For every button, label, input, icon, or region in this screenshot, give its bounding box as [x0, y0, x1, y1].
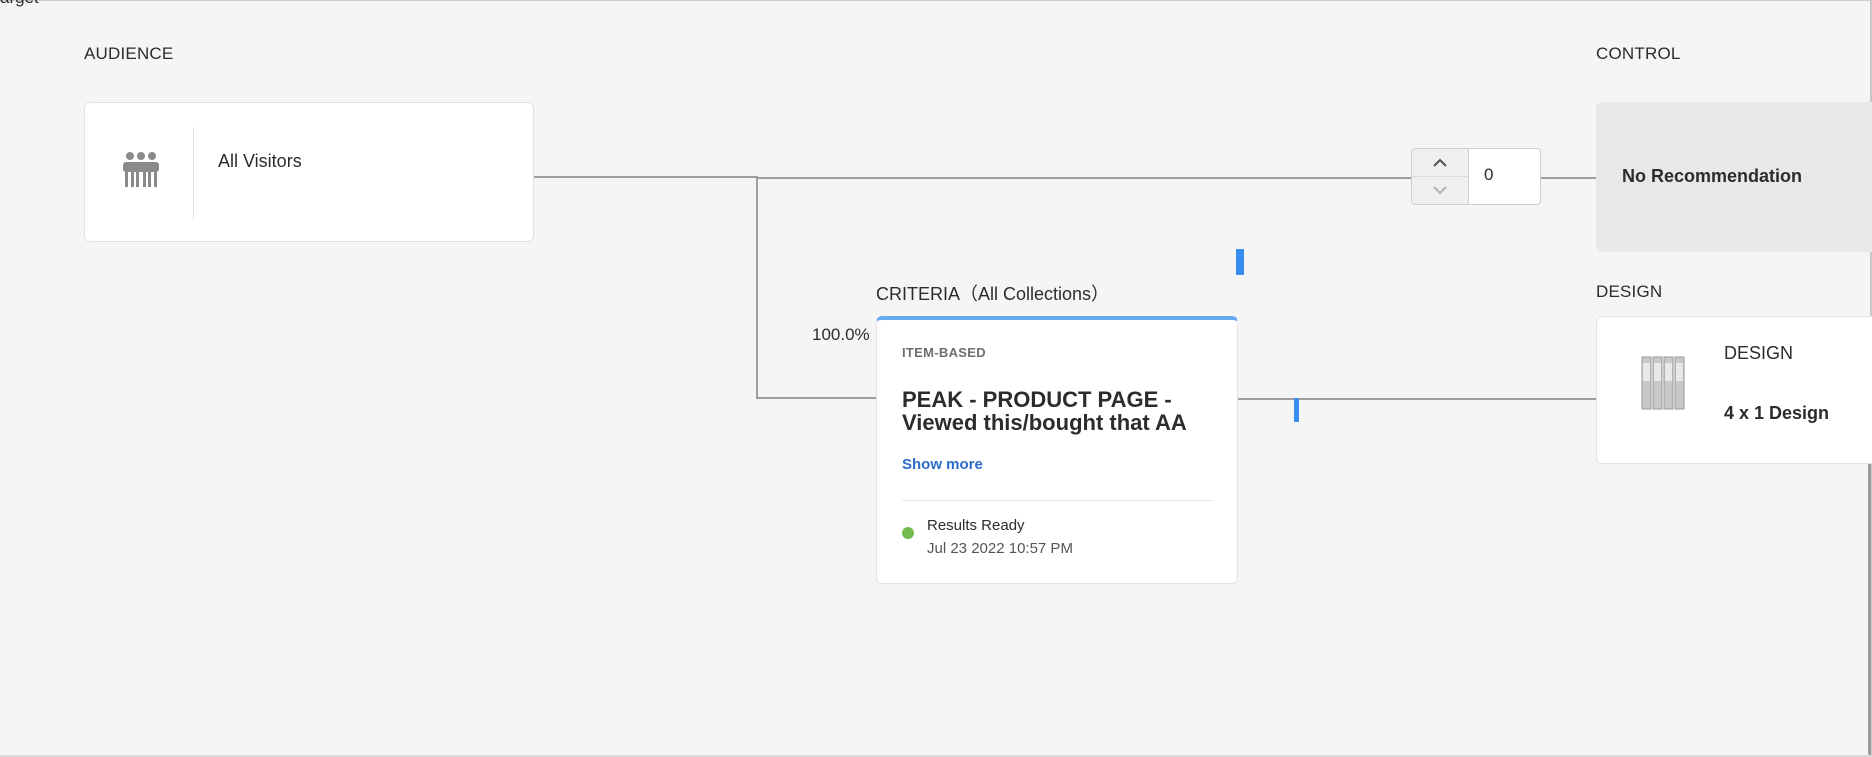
- control-section-label: CONTROL: [1596, 44, 1681, 63]
- criteria-card[interactable]: ITEM-BASED PEAK - PRODUCT PAGE - Viewed …: [876, 316, 1238, 584]
- chevron-up-icon: [1433, 154, 1447, 172]
- card-divider: [902, 500, 1214, 501]
- stepper-increment-button[interactable]: [1412, 149, 1468, 177]
- stepper-value[interactable]: 0: [1484, 165, 1493, 185]
- design-section-label: DESIGN: [1596, 282, 1663, 301]
- card-divider: [193, 127, 194, 219]
- show-more-link[interactable]: Show more: [902, 456, 983, 473]
- criteria-type: ITEM-BASED: [902, 345, 986, 360]
- design-thumbnail-icon: [1641, 355, 1685, 413]
- audience-card[interactable]: All Visitors: [84, 102, 534, 242]
- audience-name: All Visitors: [218, 151, 302, 171]
- control-name: No Recommendation: [1622, 166, 1803, 186]
- connector-to-stepper: [756, 177, 1411, 179]
- criteria-section-label: CRITERIA（All Collections）: [876, 284, 1110, 304]
- chevron-down-icon: [1433, 182, 1447, 200]
- audience-section-label: AUDIENCE: [84, 44, 174, 63]
- traffic-allocation-stepper[interactable]: 0: [1411, 148, 1541, 205]
- design-name: 4 x 1 Design: [1724, 403, 1830, 423]
- design-card[interactable]: DESIGN 4 x 1 Design: [1596, 316, 1872, 464]
- status-dot-icon: [902, 527, 914, 539]
- people-group-icon: [123, 151, 159, 187]
- drag-handle-top[interactable]: [1236, 249, 1244, 275]
- page-title-fragment: arget: [0, 0, 39, 8]
- control-card[interactable]: No Recommendation: [1596, 102, 1872, 252]
- top-border: [0, 0, 1872, 1]
- traffic-percentage: 100.0%: [812, 325, 870, 344]
- connector-audience-out: [534, 176, 756, 178]
- stepper-buttons: [1412, 149, 1469, 204]
- connector-to-design: [1238, 398, 1596, 400]
- drag-handle-bottom[interactable]: [1294, 398, 1299, 422]
- connector-to-criteria: [756, 397, 876, 399]
- criteria-status-timestamp: Jul 23 2022 10:57 PM: [927, 540, 1073, 557]
- criteria-status: Results Ready: [927, 517, 1025, 534]
- stepper-decrement-button[interactable]: [1412, 177, 1468, 204]
- criteria-name: PEAK - PRODUCT PAGE - Viewed this/bought…: [902, 387, 1187, 435]
- connector-vertical: [756, 176, 758, 399]
- design-title: DESIGN: [1724, 343, 1794, 363]
- connector-to-control: [1541, 177, 1596, 179]
